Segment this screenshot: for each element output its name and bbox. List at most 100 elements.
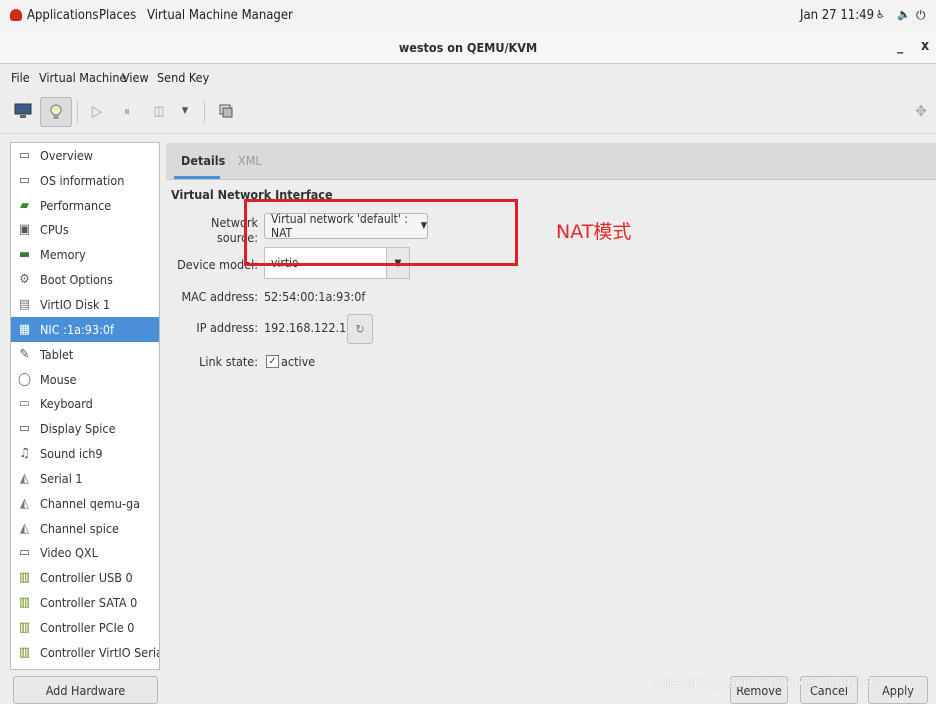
memory-icon: ▬ [18,247,31,263]
sidebar-item-video-qxl[interactable]: ▭ Video QXL [11,541,159,566]
power-icon[interactable]: ⏻ [916,8,926,23]
stop-icon[interactable]: ◫ [148,97,170,125]
sidebar-item-performance[interactable]: ▰ Performance [11,193,159,218]
sidebar-item-label: Display Spice [40,421,116,437]
sidebar-item-channel-spice[interactable]: ◭ Channel spice [11,516,159,541]
accessibility-icon[interactable]: ♿ [876,8,885,21]
menu-bar: File Virtual Machine View Send Key [0,64,936,91]
sidebar-item-label: Performance [40,197,112,213]
tab-bar: Details XML [166,143,936,180]
sidebar-item-label: Controller VirtIO Serial 0 [40,644,159,660]
channel-icon: ◭ [20,495,29,511]
network-icon: ▦ [18,321,31,337]
serial-icon: ◭ [20,470,29,486]
lightbulb-icon[interactable] [40,97,72,127]
sidebar-item-label: Serial 1 [40,470,83,486]
clock[interactable]: Jan 27 11:49 [800,8,874,23]
sidebar-item-label: Tablet [40,346,74,362]
add-hardware-button[interactable]: Add Hardware [13,676,158,704]
mouse-icon: ◯ [17,371,32,387]
sidebar-item-keyboard[interactable]: ▭ Keyboard [11,391,159,416]
sidebar-item-tablet[interactable]: ✎ Tablet [11,342,159,367]
controller-icon: ▥ [18,570,31,586]
cpu-icon: ▣ [18,222,31,238]
sidebar-item-serial-1[interactable]: ◭ Serial 1 [11,466,159,491]
video-icon: ▭ [18,545,31,561]
controller-icon: ▥ [18,619,31,635]
keyboard-icon: ▭ [18,396,31,412]
sidebar-item-controller-pcie-0[interactable]: ▥ Controller PCIe 0 [11,615,159,640]
sidebar-item-controller-usb-0[interactable]: ▥ Controller USB 0 [11,565,159,590]
system-top-bar: Applications Places Virtual Machine Mana… [0,0,936,34]
applications-icon [10,9,22,21]
sidebar-item-controller-virtio-serial-0[interactable]: ▥ Controller VirtIO Serial 0 [11,640,159,665]
sidebar-item-label: Channel spice [40,520,119,536]
chart-icon: ▰ [20,197,29,213]
sidebar-item-memory[interactable]: ▬ Memory [11,242,159,267]
tab-indicator [174,176,220,179]
play-icon[interactable]: ▷ [86,97,108,125]
sidebar-item-nic-1a-93-0f[interactable]: ▦ NIC :1a:93:0f [11,316,159,342]
highlight-box [244,199,518,266]
sidebar-item-controller-sata-0[interactable]: ▥ Controller SATA 0 [11,590,159,615]
display-icon: ▭ [18,421,31,437]
fullscreen-icon[interactable]: ✥ [910,97,932,125]
window-title-bar: westos on QEMU/KVM _ x [0,33,936,64]
menu-file[interactable]: File [11,70,30,85]
sidebar-item-label: Video QXL [40,545,98,561]
sidebar-item-virtio-disk-1[interactable]: ▤ VirtIO Disk 1 [11,292,159,317]
app-menu[interactable]: Virtual Machine Manager [147,8,293,23]
places-menu[interactable]: Places [99,8,136,23]
pause-icon[interactable]: ⏸ [116,97,138,125]
sidebar-item-mouse[interactable]: ◯ Mouse [11,367,159,392]
sidebar-item-label: Keyboard [40,396,93,412]
sidebar-item-label: Memory [40,247,86,263]
sidebar-item-label: Sound ich9 [40,446,103,462]
console-icon[interactable] [10,97,36,125]
sound-icon: ♫ [19,446,30,462]
window-title: westos on QEMU/KVM [398,40,538,55]
watermark: https://blog.csdn.net/weixin_44891093 [652,676,881,691]
dropdown-icon[interactable]: ▼ [176,97,194,125]
sidebar-item-boot-options[interactable]: ⚙ Boot Options [11,267,159,292]
sidebar-item-cpus[interactable]: ▣ CPUs [11,218,159,243]
toolbar: ▷ ⏸ ◫ ▼ ✥ [0,91,936,134]
hardware-list: ▭ Overview ▭ OS information ▰ Performance ▣ CPU… [10,142,160,670]
sidebar-item-label: Mouse [40,371,77,387]
minimize-button[interactable]: _ [897,38,903,54]
sidebar-item-overview[interactable]: ▭ Overview [11,143,159,168]
sidebar-item-display-spice[interactable]: ▭ Display Spice [11,416,159,441]
sidebar-item-label: Controller SATA 0 [40,595,138,611]
volume-icon[interactable]: 🔈 [897,8,911,21]
tablet-icon: ✎ [19,346,30,362]
sidebar-item-label: Controller USB 0 [40,570,133,586]
gears-icon: ⚙ [19,272,30,288]
tab-xml[interactable]: XML [238,153,262,168]
ip-address-label: IP address: [196,320,258,335]
monitor-icon: ▭ [18,147,31,163]
sidebar-item-channel-qemu-ga[interactable]: ◭ Channel qemu-ga [11,491,159,516]
menu-virtual-machine[interactable]: Virtual Machine [39,70,126,85]
sidebar-item-os-information[interactable]: ▭ OS information [11,168,159,193]
close-button[interactable]: x [921,38,929,54]
link-state-label: Link state: [199,354,258,369]
link-state-value: active [281,354,316,369]
snapshot-icon[interactable] [214,97,238,125]
applications-menu[interactable]: Applications [27,8,98,23]
sidebar-item-label: VirtIO Disk 1 [40,296,111,312]
link-state-checkbox[interactable]: ✓ [266,355,279,368]
mac-address-value: 52:54:00:1a:93:0f [264,289,366,304]
menu-view[interactable]: View [122,70,149,85]
refresh-ip-button[interactable]: ↻ [347,314,373,344]
sidebar-item-label: NIC :1a:93:0f [40,321,114,337]
sidebar-item-label: Channel qemu-ga [40,495,140,511]
menu-send-key[interactable]: Send Key [157,70,209,85]
sidebar-item-sound-ich9[interactable]: ♫ Sound ich9 [11,441,159,466]
refresh-icon: ↻ [355,322,365,336]
controller-icon: ▥ [18,644,31,660]
tab-details[interactable]: Details [181,153,225,168]
sidebar-item-label: CPUs [40,222,69,238]
controller-icon: ▥ [18,595,31,611]
channel-icon: ◭ [20,520,29,536]
mac-address-label: MAC address: [181,289,258,304]
